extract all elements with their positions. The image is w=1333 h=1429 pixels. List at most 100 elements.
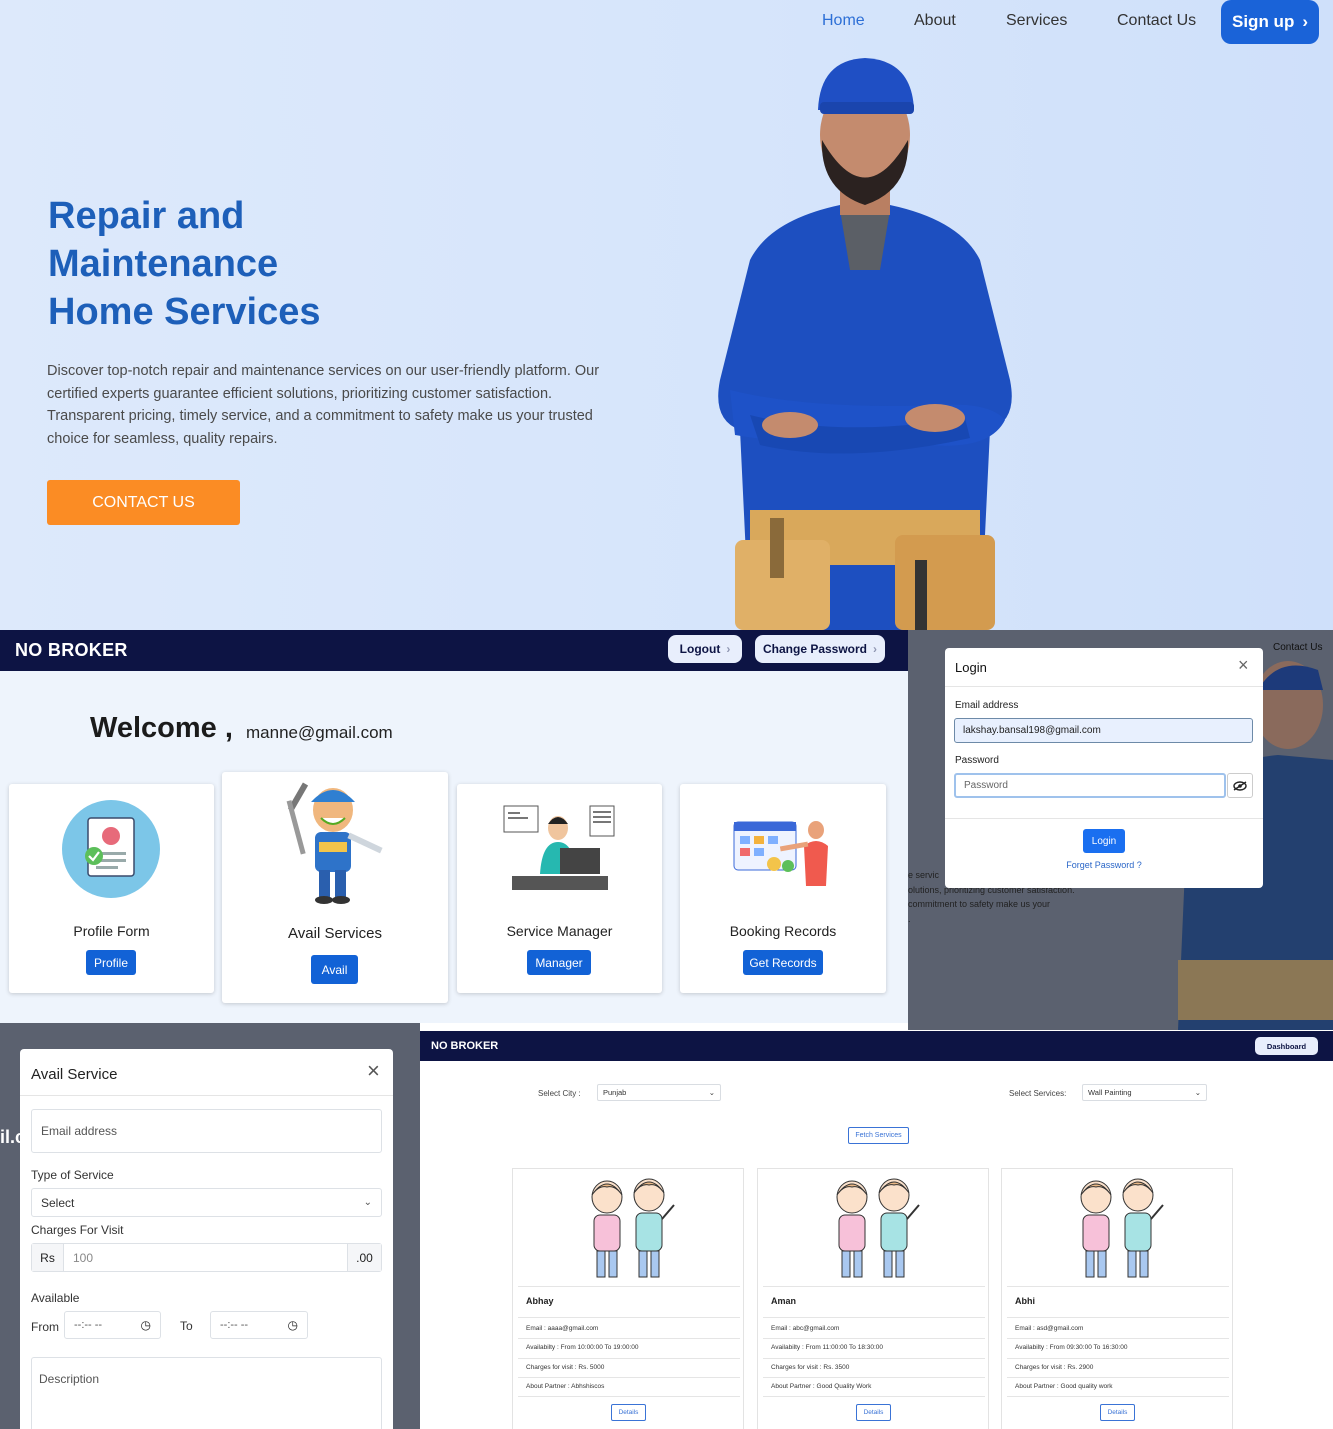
email-label: Email address (955, 700, 1019, 711)
divider (763, 1317, 985, 1318)
chevron-down-icon: ⌄ (363, 1197, 372, 1208)
select-value: Punjab (603, 1088, 627, 1097)
details-button[interactable]: Details (856, 1404, 891, 1421)
manager-button[interactable]: Manager (527, 950, 591, 975)
welcome-heading: Welcome , (90, 712, 233, 744)
get-records-button[interactable]: Get Records (743, 950, 823, 975)
divider (1007, 1286, 1229, 1287)
service-type-select[interactable]: Select ⌄ (31, 1188, 382, 1217)
to-label: To (180, 1319, 193, 1333)
partner-email: Email : abc@gmail.com (771, 1325, 840, 1332)
divider (518, 1358, 740, 1359)
logout-button[interactable]: Logout › (668, 635, 742, 663)
details-button[interactable]: Details (1100, 1404, 1135, 1421)
dashboard-section: NO BROKER Logout › Change Password › Wel… (0, 630, 908, 1023)
partner-couple-illustration (1080, 1178, 1164, 1278)
nav-contact[interactable]: Contact Us (1117, 12, 1196, 30)
avail-service-backdrop: il.c Avail Service × Email address Type … (0, 1023, 420, 1429)
forgot-password-link[interactable]: Forget Password ? (945, 860, 1263, 870)
select-value: Select (41, 1195, 75, 1210)
divider (518, 1396, 740, 1397)
partner-name: Aman (771, 1296, 797, 1306)
time-placeholder: --:-- -- (220, 1319, 249, 1331)
change-password-label: Change Password (762, 642, 868, 656)
partner-couple-illustration (836, 1178, 920, 1278)
partner-image (579, 1175, 679, 1290)
service-manager-illustration (503, 805, 615, 890)
service-select[interactable]: Wall Painting ⌄ (1082, 1084, 1207, 1101)
partner-charges: Charges for visit : Rs. 5000 (526, 1364, 605, 1371)
avail-services-card: Avail Services Avail (222, 772, 448, 1003)
from-time-field[interactable]: --:-- -- ◷ (64, 1311, 161, 1339)
close-icon[interactable]: × (1238, 656, 1249, 674)
partner-card: Aman Email : abc@gmail.com Availabilty : F… (757, 1168, 989, 1429)
details-button[interactable]: Details (611, 1404, 646, 1421)
password-label: Password (955, 755, 999, 766)
clock-icon: ◷ (140, 1318, 151, 1332)
services-page: NO BROKER Dashboard Select City : Punjab… (420, 1031, 1333, 1429)
services-navbar: NO BROKER Dashboard (420, 1031, 1333, 1061)
nav-about[interactable]: About (914, 12, 956, 30)
divider (945, 818, 1263, 819)
available-label: Available (31, 1291, 80, 1305)
logout-label: Logout (679, 642, 721, 656)
toggle-visibility-button[interactable] (1227, 773, 1253, 798)
nav-services[interactable]: Services (1006, 12, 1067, 30)
to-time-field[interactable]: --:-- -- ◷ (210, 1311, 308, 1339)
modal-title: Login (955, 660, 987, 675)
service-manager-card: Service Manager Manager (457, 784, 662, 993)
charges-field[interactable]: 100 (64, 1244, 347, 1271)
partner-email: Email : asd@gmail.com (1015, 1325, 1084, 1332)
change-password-button[interactable]: Change Password › (755, 635, 885, 663)
contact-us-button[interactable]: CONTACT US (47, 480, 240, 525)
login-button[interactable]: Login (1083, 829, 1125, 853)
charges-input-group: Rs 100 .00 (31, 1243, 382, 1272)
type-of-service-label: Type of Service (31, 1168, 114, 1182)
email-field[interactable]: Email address (31, 1109, 382, 1153)
close-icon[interactable]: × (367, 1060, 380, 1082)
clock-icon: ◷ (287, 1318, 298, 1332)
composite-screenshot: Home About Services Contact Us Sign up ›… (0, 0, 1333, 1429)
hero-title-line: Home Services (48, 291, 321, 333)
divider (763, 1377, 985, 1378)
divider (945, 686, 1263, 687)
password-field[interactable]: Password (954, 773, 1226, 798)
divider (518, 1286, 740, 1287)
brand-logo: NO BROKER (431, 1040, 499, 1052)
card-title: Profile Form (73, 923, 150, 939)
hero-section: Home About Services Contact Us Sign up ›… (0, 0, 1333, 630)
partner-name: Abhay (526, 1296, 554, 1306)
nav-home[interactable]: Home (822, 12, 865, 30)
divider (1007, 1317, 1229, 1318)
divider (518, 1317, 740, 1318)
divider (518, 1338, 740, 1339)
hero-title-line: Maintenance (48, 243, 279, 285)
divider (518, 1377, 740, 1378)
partner-charges: Charges for visit : Rs. 3500 (771, 1364, 850, 1371)
brand-logo: NO BROKER (15, 640, 128, 660)
chevron-right-icon: › (873, 642, 878, 656)
chevron-down-icon: ⌄ (1194, 1088, 1201, 1097)
card-title: Service Manager (506, 923, 613, 939)
login-modal: Login × Email address lakshay.bansal198@… (945, 648, 1263, 888)
partner-card: Abhay Email : aaaa@gmail.com Availabilty :… (512, 1168, 744, 1429)
profile-button[interactable]: Profile (86, 950, 136, 975)
description-field[interactable]: Description (31, 1357, 382, 1429)
modal-title: Avail Service (31, 1066, 118, 1083)
city-label: Select City : (538, 1089, 581, 1098)
service-label: Select Services: (1009, 1089, 1067, 1098)
chevron-down-icon: ⌄ (708, 1088, 715, 1097)
divider (763, 1358, 985, 1359)
fetch-services-button[interactable]: Fetch Services (848, 1127, 909, 1144)
cleaner-mascot-illustration (286, 782, 383, 904)
signup-button[interactable]: Sign up › (1221, 0, 1319, 44)
booking-records-card: Booking Records Get Records (680, 784, 886, 993)
city-select[interactable]: Punjab ⌄ (597, 1084, 721, 1101)
card-title: Booking Records (729, 923, 837, 939)
dashboard-button[interactable]: Dashboard (1255, 1037, 1318, 1055)
select-value: Wall Painting (1088, 1088, 1132, 1097)
avail-button[interactable]: Avail (311, 955, 358, 984)
partner-card: Abhi Email : asd@gmail.com Availabilty : F… (1001, 1168, 1233, 1429)
dashboard-navbar: NO BROKER Logout › Change Password › (0, 630, 908, 671)
email-field[interactable]: lakshay.bansal198@gmail.com (954, 718, 1253, 743)
